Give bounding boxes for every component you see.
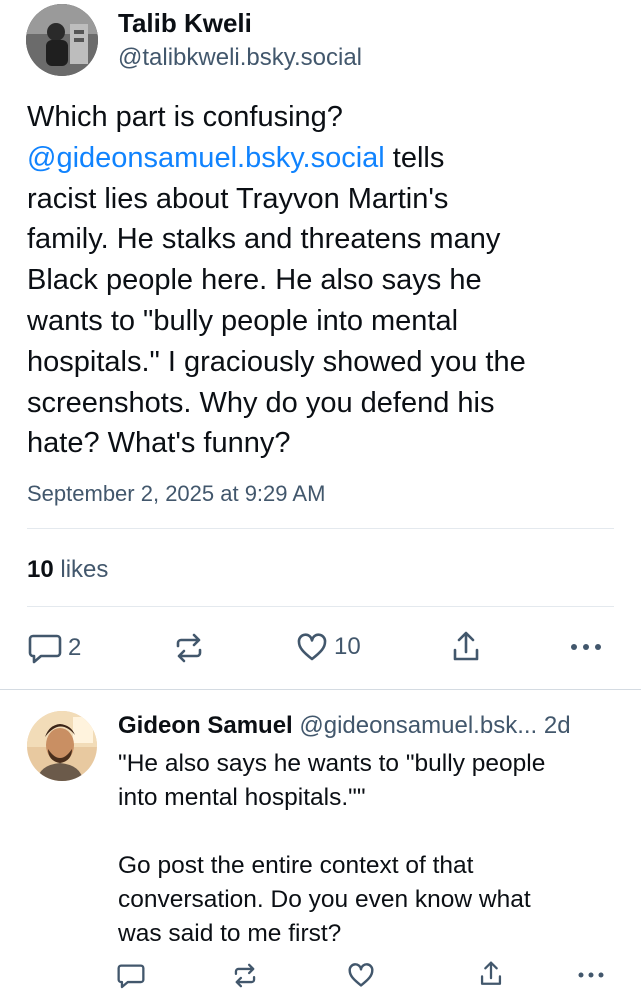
like-button[interactable]: 10: [296, 632, 361, 662]
post-line: family. He stalks and threatens many: [27, 223, 501, 256]
reply-line: [118, 815, 618, 849]
post-line: Which part is confusing?: [27, 101, 343, 133]
reply-count: 2: [68, 634, 82, 661]
post-line: racist lies about Trayvon Martin's: [27, 182, 449, 215]
divider: [27, 528, 614, 529]
heart-icon: [347, 962, 375, 988]
repost-icon: [231, 962, 259, 989]
post-line: Black people here. He also says he: [27, 264, 482, 297]
divider: [27, 606, 614, 607]
post-line: wants to "bully people into mental: [27, 304, 459, 337]
reply-reply-button[interactable]: [117, 962, 145, 989]
reply-line: into mental hospitals."": [118, 784, 366, 811]
mention-link[interactable]: @gideonsamuel.bsky.social: [27, 142, 385, 174]
post-separator: [0, 689, 641, 690]
author-handle[interactable]: @talibkweli.bsky.social: [118, 44, 362, 72]
reply-header: Gideon Samuel @gideonsamuel.bsk... 2d: [118, 712, 571, 740]
author-name[interactable]: Talib Kweli: [118, 8, 252, 39]
more-button[interactable]: [568, 640, 604, 654]
reply-line: conversation. Do you even know what: [118, 886, 531, 913]
post-text: Which part is confusing? @gideonsamuel.b…: [27, 97, 627, 464]
reply-author-avatar[interactable]: [27, 711, 97, 781]
reply-text: "He also says he wants to "bully people …: [118, 747, 618, 951]
reply-bubble-icon: [28, 632, 62, 664]
reply-bubble-icon: [117, 962, 145, 989]
share-icon: [450, 630, 482, 664]
reply-button[interactable]: 2: [28, 632, 81, 664]
reply-author-handle[interactable]: @gideonsamuel.bsk...: [299, 712, 537, 739]
reply-line: Go post the entire context of that: [118, 852, 474, 879]
post-line: @gideonsamuel.bsky.social tells: [27, 141, 445, 174]
post-line: screenshots. Why do you defend his: [27, 386, 495, 419]
repost-icon: [172, 632, 206, 664]
reply-author-name[interactable]: Gideon Samuel: [118, 712, 293, 739]
more-dots-icon: [576, 969, 606, 981]
repost-button[interactable]: [172, 632, 206, 664]
likes-label: likes: [53, 556, 109, 583]
author-avatar[interactable]: [26, 4, 98, 76]
share-icon: [478, 960, 504, 988]
reply-more-button[interactable]: [576, 969, 606, 981]
share-button[interactable]: [450, 630, 482, 664]
reply-repost-button[interactable]: [231, 962, 259, 989]
post-line: hate? What's funny?: [27, 427, 291, 460]
reply-line: "He also says he wants to "bully people: [118, 750, 546, 777]
post-line: hospitals." I graciously showed you the: [27, 345, 526, 378]
reply-line: was said to me first?: [118, 920, 342, 947]
post-timestamp: September 2, 2025 at 9:29 AM: [27, 481, 326, 506]
likes-summary[interactable]: 10 likes: [27, 556, 108, 584]
reply-share-button[interactable]: [478, 960, 504, 988]
like-count: 10: [334, 633, 361, 660]
likes-count: 10: [27, 556, 54, 583]
heart-icon: [296, 632, 328, 662]
more-dots-icon: [568, 640, 604, 654]
reply-age: 2d: [543, 712, 571, 739]
reply-like-button[interactable]: [347, 962, 375, 988]
